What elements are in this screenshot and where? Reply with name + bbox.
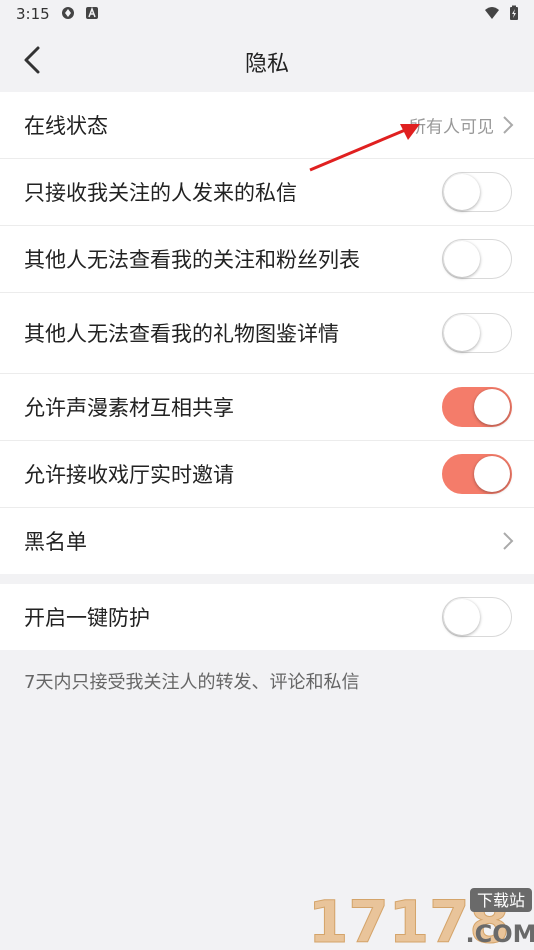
toggle-knob (444, 241, 480, 277)
nav-bar: 隐私 (0, 28, 534, 92)
status-bar: 3:15 (0, 0, 534, 28)
one-click-protection-toggle[interactable] (442, 597, 512, 637)
row-label: 其他人无法查看我的礼物图鉴详情 (24, 322, 339, 346)
hide-gift-gallery-row: 其他人无法查看我的礼物图鉴详情 (0, 293, 534, 374)
row-label: 开启一键防护 (24, 606, 150, 630)
share-materials-row: 允许声漫素材互相共享 (0, 374, 534, 441)
blacklist-row[interactable]: 黑名单 (0, 508, 534, 574)
chevron-right-icon (503, 532, 514, 550)
realtime-invite-toggle[interactable] (442, 454, 512, 494)
only-followed-dm-toggle[interactable] (442, 172, 512, 212)
toggle-knob (444, 315, 480, 351)
toggle-knob (444, 599, 480, 635)
sync-icon (62, 7, 74, 19)
toggle-knob (444, 174, 480, 210)
chevron-right-icon (503, 116, 514, 134)
row-label: 其他人无法查看我的关注和粉丝列表 (24, 248, 360, 272)
watermark-logo-icon: 17178 下载站 .COM (308, 888, 534, 950)
only-followed-dm-row: 只接收我关注的人发来的私信 (0, 159, 534, 226)
toggle-knob (474, 456, 510, 492)
online-status-row[interactable]: 在线状态 所有人可见 (0, 92, 534, 159)
hide-follow-list-row: 其他人无法查看我的关注和粉丝列表 (0, 226, 534, 293)
toggle-knob (474, 389, 510, 425)
annotation-arrow-icon (309, 124, 420, 172)
row-label: 黑名单 (24, 530, 87, 554)
protection-note: 7天内只接受我关注人的转发、评论和私信 (24, 672, 360, 693)
row-label: 允许接收戏厅实时邀请 (24, 463, 234, 487)
privacy-settings-list: 在线状态 所有人可见 只接收我关注的人发来的私信 其他人无法查看我的关注和粉丝列… (0, 92, 534, 574)
svg-text:下载站: 下载站 (477, 891, 525, 910)
notification-a-icon (86, 6, 98, 19)
page-title: 隐私 (244, 52, 289, 77)
realtime-invite-row: 允许接收戏厅实时邀请 (0, 441, 534, 508)
wifi-icon (485, 7, 499, 19)
share-materials-toggle[interactable] (442, 387, 512, 427)
hide-gift-gallery-toggle[interactable] (442, 313, 512, 353)
status-time: 3:15 (16, 5, 50, 23)
one-click-protection-row: 开启一键防护 (0, 584, 534, 650)
row-label: 允许声漫素材互相共享 (24, 396, 234, 420)
protection-card: 开启一键防护 (0, 584, 534, 650)
battery-icon (510, 5, 518, 20)
svg-text:.COM: .COM (465, 920, 534, 948)
row-label: 只接收我关注的人发来的私信 (24, 181, 297, 205)
row-label: 在线状态 (24, 114, 108, 138)
hide-follow-list-toggle[interactable] (442, 239, 512, 279)
